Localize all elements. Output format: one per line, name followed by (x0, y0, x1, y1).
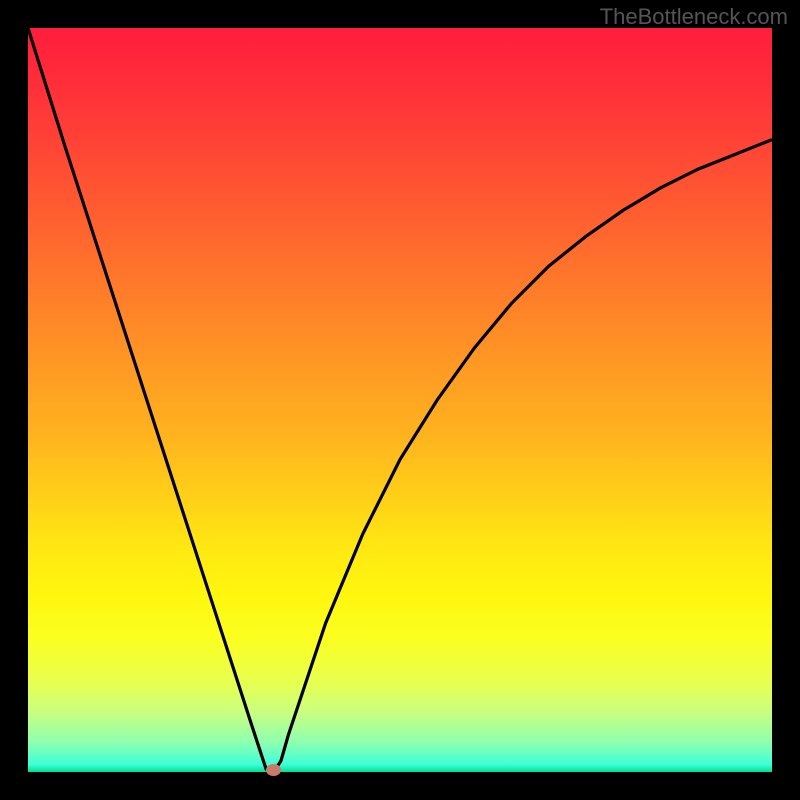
watermark-text: TheBottleneck.com (600, 4, 788, 30)
bottleneck-curve (28, 28, 772, 772)
plot-area (28, 28, 772, 772)
chart-frame (28, 28, 772, 772)
optimal-point-marker (266, 764, 281, 776)
